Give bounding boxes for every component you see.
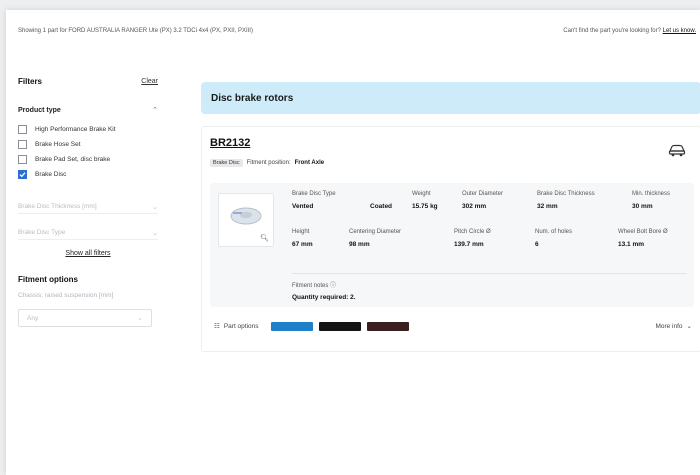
category-banner: Disc brake rotors xyxy=(201,82,700,114)
chevron-up-icon: ⌃ xyxy=(152,107,158,114)
spec-value: 98 mm xyxy=(349,241,370,248)
spec-outer-diameter: Outer Diameter 302 mm xyxy=(462,191,503,210)
brand-logo-red[interactable] xyxy=(366,321,409,331)
product-image[interactable]: 🔍︎ xyxy=(218,193,274,247)
spec-label xyxy=(370,191,392,197)
card-footer: ☷ Part options More info ⌄ xyxy=(210,317,692,335)
list-icon: ☷ xyxy=(214,323,220,330)
spec-label: Outer Diameter xyxy=(462,191,504,197)
chevron-down-icon: ⌄ xyxy=(137,315,143,322)
product-type-tag: Brake Disc xyxy=(210,159,243,167)
results-bar: Showing 1 part for FORD AUSTRALIA RANGER… xyxy=(18,28,700,40)
spec-value: 6 xyxy=(535,241,539,248)
part-options-button[interactable]: ☷ Part options xyxy=(214,322,259,331)
filter-section-label: Brake Disc Thickness [mm] xyxy=(18,203,97,210)
spec-wheel-bolt-bore: Wheel Bolt Bore Ø 13.1 mm xyxy=(618,229,668,248)
spec-label: Weight xyxy=(412,191,431,197)
zoom-icon[interactable]: 🔍︎ xyxy=(260,234,269,242)
part-options-label: Part options xyxy=(223,322,259,330)
spec-label: Min. thickness xyxy=(632,191,671,197)
fitment-notes: Fitment notes ⓘ Quantity required: 2. xyxy=(292,273,687,301)
spec-weight: Weight 15.75 kg xyxy=(412,191,438,210)
results-summary: Showing 1 part for FORD AUSTRALIA RANGER… xyxy=(18,28,253,34)
spec-height: Height 67 mm xyxy=(292,229,313,248)
fitment-position-label: Fitment position: xyxy=(246,160,291,166)
spec-label: Pitch Circle Ø xyxy=(454,229,491,235)
filter-option-label: Brake Pad Set, disc brake xyxy=(35,156,111,163)
spec-brake-disc-type: Brake Disc Type Vented xyxy=(292,191,336,210)
chevron-down-icon: ⌄ xyxy=(152,203,158,211)
chevron-down-icon: ⌄ xyxy=(686,323,692,330)
fitment-position-value: Front Axle xyxy=(294,160,325,166)
spec-num-of-holes: Num. of holes 6 xyxy=(535,229,572,248)
spec-value: 302 mm xyxy=(462,203,487,210)
filters-sidebar: Filters Clear Product type ⌃ High Perfor… xyxy=(18,74,158,327)
fitment-option-label: Chassis: raised suspension [mm] xyxy=(18,292,114,299)
filter-option-brake-pad-set[interactable]: Brake Pad Set, disc brake xyxy=(18,152,158,167)
let-us-know-link[interactable]: Let us know. xyxy=(663,28,696,34)
fitment-notes-label[interactable]: Fitment notes ⓘ xyxy=(292,280,687,289)
filter-brake-disc-thickness[interactable]: Brake Disc Thickness [mm] ⌄ xyxy=(18,200,158,214)
vehicle-fitment-icon[interactable] xyxy=(668,143,686,157)
brand-logo-blue[interactable] xyxy=(270,321,313,331)
chevron-down-icon: ⌄ xyxy=(152,229,158,237)
filter-section-label: Brake Disc Type xyxy=(18,229,66,236)
checkbox[interactable] xyxy=(18,140,27,149)
spec-label: Height xyxy=(292,229,310,235)
filter-option-label: High Performance Brake Kit xyxy=(35,126,116,133)
category-title: Disc brake rotors xyxy=(211,92,294,104)
spec-min-thickness: Min. thickness 30 mm xyxy=(632,191,670,210)
more-info-button[interactable]: More info ⌄ xyxy=(655,322,692,331)
part-number-link[interactable]: BR2132 xyxy=(210,137,250,149)
show-all-filters-link[interactable]: Show all filters xyxy=(18,250,158,257)
filter-option-high-performance-brake-kit[interactable]: High Performance Brake Kit xyxy=(18,122,158,137)
page: Showing 1 part for FORD AUSTRALIA RANGER… xyxy=(6,10,700,475)
spec-value: 67 mm xyxy=(292,241,313,248)
spec-value: Vented xyxy=(292,203,314,210)
filter-option-brake-disc[interactable]: Brake Disc xyxy=(18,167,158,182)
spec-brake-disc-thickness: Brake Disc Thickness 32 mm xyxy=(537,191,595,210)
checkbox[interactable] xyxy=(18,155,27,164)
filter-option-label: Brake Disc xyxy=(35,171,67,178)
check-icon xyxy=(19,172,26,178)
spec-value: 139.7 mm xyxy=(454,241,484,248)
select-value: Any xyxy=(27,314,39,322)
help-text: Can't find the part you're looking for? xyxy=(563,28,661,34)
product-card: BR2132 Brake Disc Fitment position: Fron… xyxy=(201,126,700,352)
brake-disc-image xyxy=(230,207,262,225)
raised-suspension-select[interactable]: Any ⌄ xyxy=(18,309,152,327)
spec-label: Centering Diameter xyxy=(349,229,402,235)
more-info-label: More info xyxy=(655,322,683,330)
spec-label: Brake Disc Type xyxy=(292,191,336,197)
spec-value: 15.75 kg xyxy=(412,203,438,210)
checkbox-checked[interactable] xyxy=(18,170,27,179)
spec-label: Num. of holes xyxy=(535,229,573,235)
fitment-line: Brake Disc Fitment position: Front Axle xyxy=(210,159,324,167)
filters-header: Filters Clear xyxy=(18,74,158,88)
help-prompt: Can't find the part you're looking for? … xyxy=(563,28,696,34)
product-type-title: Product type xyxy=(18,106,61,114)
spec-value: 13.1 mm xyxy=(618,241,645,248)
spec-pitch-circle: Pitch Circle Ø 139.7 mm xyxy=(454,229,491,248)
quantity-required: Quantity required: 2. xyxy=(292,294,356,301)
filter-brake-disc-type[interactable]: Brake Disc Type ⌄ xyxy=(18,226,158,240)
product-type-options: High Performance Brake Kit Brake Hose Se… xyxy=(18,122,158,182)
spec-label: Brake Disc Thickness xyxy=(537,191,595,197)
spec-label: Wheel Bolt Bore Ø xyxy=(618,229,668,235)
spec-centering-diameter: Centering Diameter 98 mm xyxy=(349,229,401,248)
product-type-header[interactable]: Product type ⌃ xyxy=(18,104,158,116)
spec-value: 32 mm xyxy=(537,203,558,210)
filters-title: Filters xyxy=(18,76,43,86)
clear-filters-link[interactable]: Clear xyxy=(141,78,158,85)
part-details-panel: 🔍︎ Brake Disc Type Vented Coated Weight … xyxy=(210,183,694,307)
spec-coating: Coated xyxy=(370,191,392,210)
brand-logo-black[interactable] xyxy=(318,321,361,331)
fitment-options-title: Fitment options xyxy=(18,275,78,284)
filter-option-label: Brake Hose Set xyxy=(35,141,81,148)
checkbox[interactable] xyxy=(18,125,27,134)
spec-value: Coated xyxy=(370,203,393,210)
spec-value: 30 mm xyxy=(632,203,653,210)
filter-option-brake-hose-set[interactable]: Brake Hose Set xyxy=(18,137,158,152)
